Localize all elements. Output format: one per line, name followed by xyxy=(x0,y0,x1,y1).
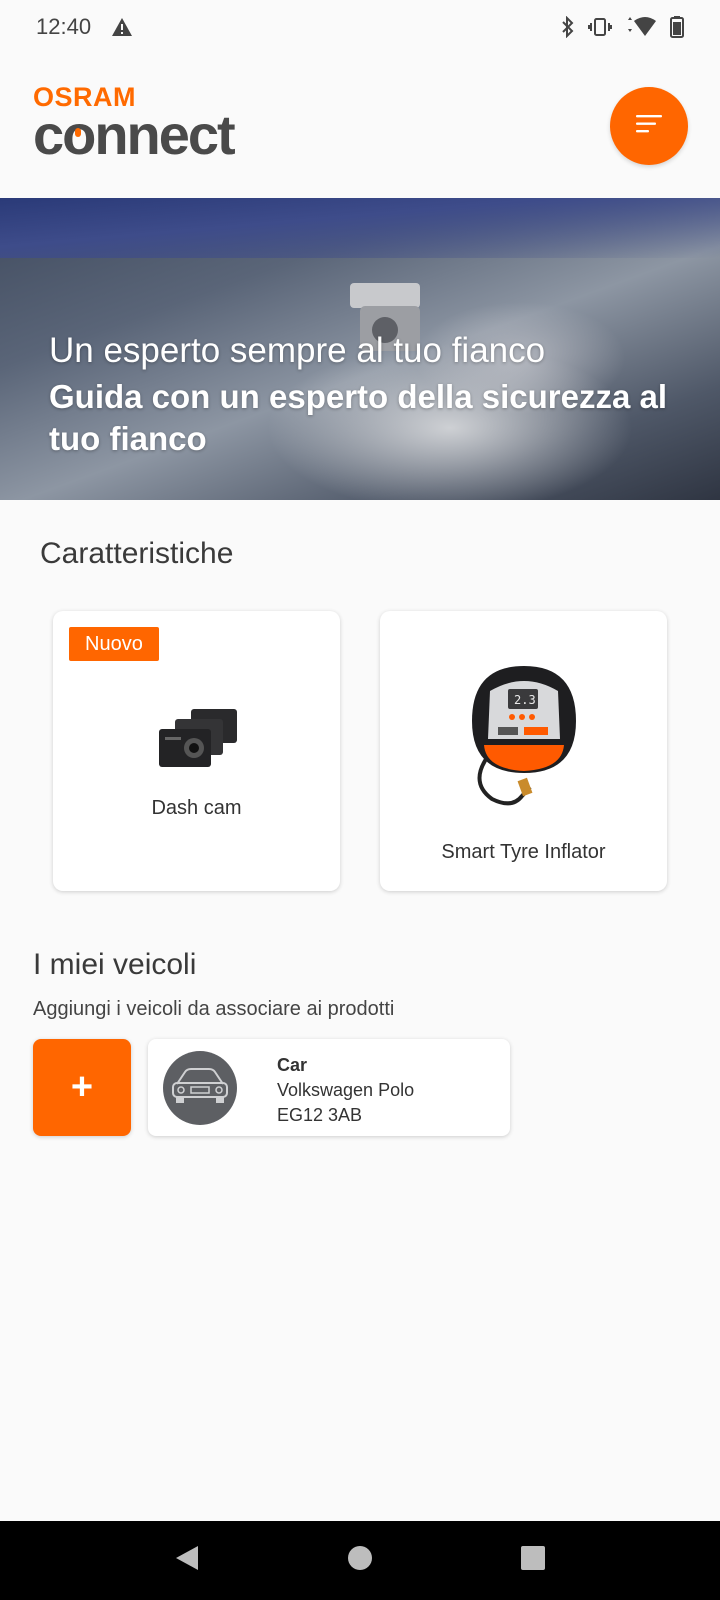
back-icon xyxy=(174,1544,200,1577)
tyre-inflator-image: 2.3 xyxy=(472,666,576,806)
vehicle-avatar xyxy=(163,1051,237,1125)
status-time: 12:40 xyxy=(36,14,92,39)
alert-icon xyxy=(111,17,133,37)
osram-connect-logo: OSRAM connect xyxy=(33,84,236,163)
vehicles-subtitle: Aggiungi i veicoli da associare ai prodo… xyxy=(33,998,395,1020)
back-button[interactable] xyxy=(157,1531,217,1591)
hero-subtitle: Guida con un esperto della sicurezza al … xyxy=(49,378,668,457)
bluetooth-icon xyxy=(560,16,576,38)
vehicle-model: Volkswagen Polo xyxy=(277,1080,415,1100)
system-nav-bar xyxy=(0,1521,720,1600)
feature-label: Smart Tyre Inflator xyxy=(441,841,606,863)
hero-image xyxy=(0,198,720,258)
menu-icon xyxy=(636,113,662,140)
wifi-icon xyxy=(624,16,658,38)
feature-card-dash-cam[interactable]: Nuovo Dash cam xyxy=(53,611,340,891)
vehicle-info: Car Volkswagen Polo EG12 3AB xyxy=(277,1053,414,1128)
recents-button[interactable] xyxy=(503,1531,563,1591)
dash-cam-image xyxy=(159,709,237,767)
home-icon xyxy=(347,1545,373,1576)
vehicles-title: I miei veicoli xyxy=(33,948,197,981)
feature-card-tyre-inflator[interactable]: 2.3 Smart Tyre Inflator xyxy=(380,611,667,891)
car-icon xyxy=(169,1066,231,1111)
recents-icon xyxy=(520,1545,546,1576)
menu-button[interactable] xyxy=(610,87,688,165)
battery-icon xyxy=(670,16,684,38)
hero-banner: Un esperto sempre al tuo fianco Guida co… xyxy=(0,198,720,500)
app-header: OSRAM connect xyxy=(0,54,720,198)
vehicle-plate: EG12 3AB xyxy=(277,1105,363,1125)
vibrate-icon xyxy=(588,17,612,37)
logo-word: connect xyxy=(33,103,236,166)
logo-dot xyxy=(75,128,81,137)
home-button[interactable] xyxy=(330,1531,390,1591)
add-vehicle-button[interactable]: + xyxy=(33,1039,131,1136)
vehicle-card[interactable]: Car Volkswagen Polo EG12 3AB xyxy=(148,1039,510,1136)
hero-title: Un esperto sempre al tuo fianco xyxy=(49,331,546,370)
svg-text:2.3: 2.3 xyxy=(514,693,536,707)
plus-icon: + xyxy=(70,1066,94,1108)
status-bar: 12:40 xyxy=(0,0,720,54)
new-badge: Nuovo xyxy=(69,627,159,661)
feature-label: Dash cam xyxy=(151,797,242,819)
features-title: Caratteristiche xyxy=(40,537,234,570)
vehicle-type: Car xyxy=(277,1055,308,1075)
